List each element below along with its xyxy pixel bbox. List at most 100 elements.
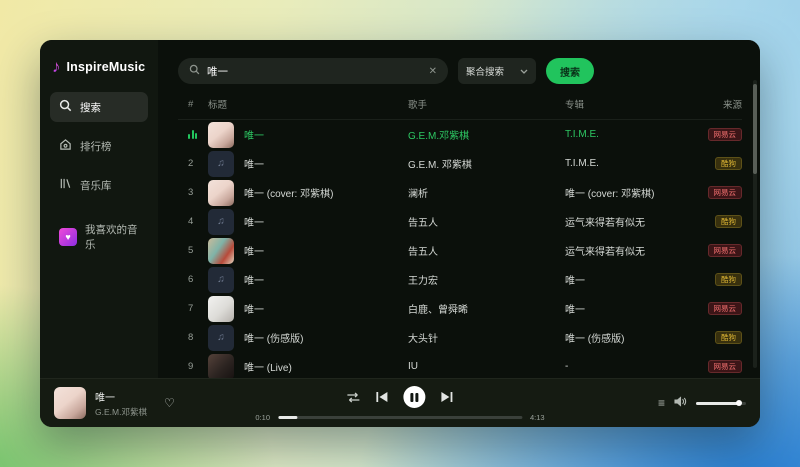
table-row[interactable]: 2 ♫ 唯一 G.E.M. 邓紫棋 T.I.M.E. 酷狗 (178, 149, 742, 178)
song-album: 运气来得若有似无 (565, 247, 645, 258)
progress-bar[interactable] (278, 416, 522, 419)
song-artist: IU (408, 361, 418, 372)
next-track-icon[interactable] (441, 391, 454, 403)
now-playing-icon (188, 130, 208, 139)
sidebar-item-search[interactable]: 搜索 (50, 92, 148, 122)
table-row[interactable]: 7 ♫ 唯一 白鹿、曾舜晞 唯一 网易云 (178, 294, 742, 323)
progress-fill (278, 416, 298, 419)
row-number: 2 (188, 158, 194, 169)
sidebar-item-library[interactable]: 音乐库 (50, 170, 148, 200)
clear-icon[interactable]: ✕ (429, 66, 437, 77)
row-number: 8 (188, 332, 194, 343)
volume-slider[interactable] (696, 400, 746, 406)
sidebar-item-label: 音乐库 (80, 179, 112, 192)
search-icon (59, 99, 72, 115)
source-badge: 网易云 (707, 185, 742, 200)
app-logo: ♪ InspireMusic (50, 55, 148, 92)
sidebar-item-label: 搜索 (80, 101, 101, 114)
table-row[interactable]: 6 ♫ 唯一 王力宏 唯一 酷狗 (178, 265, 742, 294)
source-badge: 酷狗 (715, 330, 742, 345)
song-artist: 大头针 (408, 334, 438, 345)
song-title: 唯一 (244, 247, 264, 258)
total-time: 4:13 (530, 413, 545, 422)
table-row[interactable]: 8 ♫ 唯一 (伤感版) 大头针 唯一 (伤感版) 酷狗 (178, 323, 742, 352)
scrollbar-track[interactable] (753, 80, 757, 368)
music-note-icon: ♫ (217, 274, 225, 285)
source-badge: 网易云 (707, 127, 742, 142)
search-input[interactable] (207, 65, 422, 77)
table-row[interactable]: ♫ 唯一 G.E.M.邓紫棋 T.I.M.E. 网易云 (178, 120, 742, 149)
volume-knob[interactable] (736, 400, 742, 406)
song-album: 唯一 (伤感版) (565, 334, 625, 345)
liked-music-tile: ♥ (59, 228, 77, 246)
song-title: 唯一 (cover: 邓紫棋) (244, 189, 334, 200)
table-row[interactable]: 4 ♫ 唯一 告五人 运气来得若有似无 酷狗 (178, 207, 742, 236)
row-number: 7 (188, 303, 194, 314)
now-playing-info: 唯一 G.E.M.邓紫棋 ♡ (54, 387, 175, 419)
source-badge: 酷狗 (715, 214, 742, 229)
source-badge: 网易云 (707, 301, 742, 316)
row-number: 9 (188, 361, 194, 372)
volume-icon[interactable] (674, 394, 687, 412)
album-art: ♫ (208, 150, 234, 177)
app-window: ♪ InspireMusic 搜索 排行榜 音乐库 ♥ 我喜欢的音乐 唯一 ✕ … (40, 40, 760, 427)
queue-icon[interactable]: ≡ (658, 396, 665, 410)
sidebar-item-label: 我喜欢的音乐 (85, 224, 138, 251)
source-badge: 网易云 (707, 359, 742, 374)
song-title: 唯一 (244, 218, 264, 229)
song-album: 运气来得若有似无 (565, 218, 645, 229)
sidebar-item-label: 排行榜 (80, 140, 112, 153)
song-artist: 王力宏 (408, 276, 438, 287)
table-row[interactable]: 3 ♫ 唯一 (cover: 邓紫棋) 澜析 唯一 (cover: 邓紫棋) 网… (178, 178, 742, 207)
row-number: 3 (188, 187, 194, 198)
music-note-icon: ♫ (217, 158, 225, 169)
col-artist: 歌手 (408, 100, 428, 111)
volume-fill (696, 400, 742, 406)
home-icon (59, 138, 72, 154)
song-title: 唯一 (244, 131, 264, 142)
shuffle-icon[interactable] (347, 392, 361, 403)
elapsed-time: 0:10 (255, 413, 270, 422)
sidebar-item-charts[interactable]: 排行榜 (50, 131, 148, 161)
music-note-icon: ♪ (52, 57, 61, 76)
album-art: ♫ (208, 324, 234, 351)
search-bar: ✕ 聚合搜索 搜索 (178, 58, 742, 84)
previous-track-icon[interactable] (376, 391, 389, 403)
search-box[interactable]: ✕ (178, 58, 448, 84)
source-badge: 酷狗 (715, 156, 742, 171)
search-button[interactable]: 搜索 (546, 58, 594, 84)
song-artist: 告五人 (408, 218, 438, 229)
scrollbar-thumb[interactable] (753, 84, 757, 174)
search-icon (189, 62, 200, 80)
song-title: 唯一 (伤感版) (244, 334, 304, 345)
song-artist: 白鹿、曾舜晞 (408, 305, 468, 316)
song-artist: 告五人 (408, 247, 438, 258)
song-title: 唯一 (244, 160, 264, 171)
table-row[interactable]: 5 ♫ 唯一 告五人 运气来得若有似无 网易云 (178, 236, 742, 265)
col-source: 来源 (722, 100, 742, 111)
player-right-controls: ≡ (658, 394, 746, 412)
search-mode-dropdown[interactable]: 聚合搜索 (458, 58, 536, 84)
player-bar: 唯一 G.E.M.邓紫棋 ♡ 0:10 4:13 ≡ (40, 378, 760, 427)
album-art: ♫ (208, 121, 234, 148)
song-title: 唯一 (244, 305, 264, 316)
heart-icon: ♥ (65, 232, 71, 242)
table-row[interactable]: 9 ♫ 唯一 (Live) IU - 网易云 (178, 352, 742, 381)
favorite-heart-icon[interactable]: ♡ (164, 396, 175, 410)
album-art: ♫ (208, 179, 234, 206)
now-playing-art (54, 387, 86, 419)
song-title: 唯一 (244, 276, 264, 287)
song-album: T.I.M.E. (565, 158, 599, 169)
source-badge: 酷狗 (715, 272, 742, 287)
song-table: ♫ 唯一 G.E.M.邓紫棋 T.I.M.E. 网易云 2 (178, 120, 742, 381)
now-playing-artist: G.E.M.邓紫棋 (95, 406, 147, 417)
album-art: ♫ (208, 295, 234, 322)
album-art: ♫ (208, 208, 234, 235)
album-art: ♫ (208, 353, 234, 380)
song-artist: 澜析 (408, 189, 428, 200)
sidebar-item-liked-music[interactable]: ♥ 我喜欢的音乐 (50, 222, 148, 252)
search-mode-value: 聚合搜索 (466, 67, 505, 78)
library-icon (59, 177, 72, 193)
col-title: 标题 (208, 100, 228, 111)
pause-button[interactable] (403, 386, 426, 408)
